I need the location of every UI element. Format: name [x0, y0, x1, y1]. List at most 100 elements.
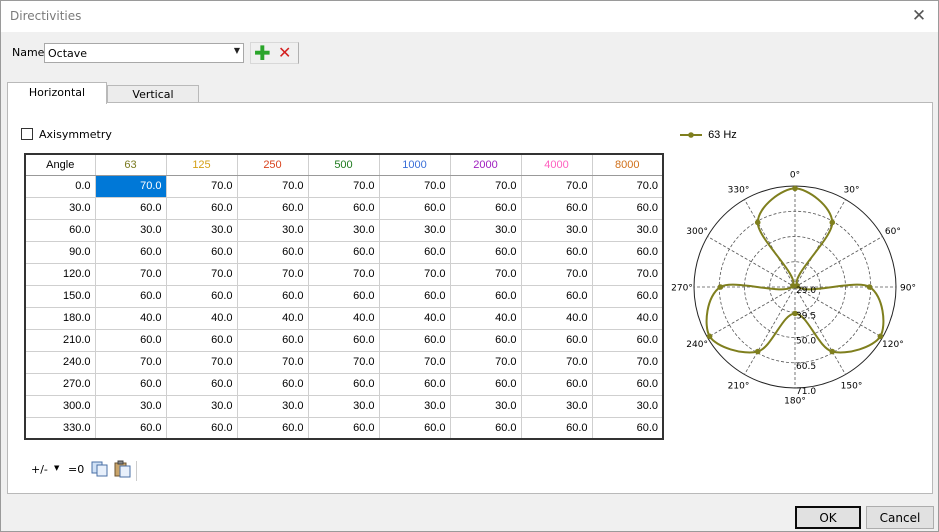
value-cell[interactable]: 70.0 [520, 350, 593, 374]
value-cell[interactable]: 70.0 [307, 174, 380, 198]
value-cell[interactable]: 30.0 [236, 394, 309, 418]
value-cell[interactable]: 60.0 [520, 416, 593, 440]
value-cell[interactable]: 60.0 [378, 372, 451, 396]
chevron-down-icon[interactable]: ▼ [234, 46, 240, 55]
value-cell[interactable]: 60.0 [378, 196, 451, 220]
value-cell[interactable]: 70.0 [94, 350, 167, 374]
value-cell[interactable]: 70.0 [449, 174, 522, 198]
value-cell[interactable]: 60.0 [94, 372, 167, 396]
value-cell[interactable]: 70.0 [449, 262, 522, 286]
value-cell[interactable]: 60.0 [520, 372, 593, 396]
value-cell[interactable]: 60.0 [449, 372, 522, 396]
value-cell[interactable]: 60.0 [165, 372, 238, 396]
value-cell[interactable]: 70.0 [520, 262, 593, 286]
value-cell[interactable]: 60.0 [236, 372, 309, 396]
value-cell[interactable]: 60.0 [94, 240, 167, 264]
value-cell[interactable]: 60.0 [591, 328, 664, 352]
value-cell[interactable]: 60.0 [236, 328, 309, 352]
value-cell[interactable]: 30.0 [307, 218, 380, 242]
value-cell[interactable]: 60.0 [520, 328, 593, 352]
value-cell[interactable]: 60.0 [165, 416, 238, 440]
value-cell[interactable]: 70.0 [307, 350, 380, 374]
value-cell[interactable]: 60.0 [165, 328, 238, 352]
delete-icon[interactable]: ✕ [278, 43, 291, 62]
value-cell[interactable]: 70.0 [94, 174, 167, 198]
paste-icon[interactable] [114, 460, 132, 478]
value-cell[interactable]: 60.0 [165, 240, 238, 264]
ok-button[interactable]: OK [795, 506, 861, 529]
value-cell[interactable]: 30.0 [591, 394, 664, 418]
value-cell[interactable]: 40.0 [449, 306, 522, 330]
value-cell[interactable]: 70.0 [236, 262, 309, 286]
value-cell[interactable]: 60.0 [591, 284, 664, 308]
value-cell[interactable]: 30.0 [520, 218, 593, 242]
value-cell[interactable]: 70.0 [165, 350, 238, 374]
value-cell[interactable]: 70.0 [378, 350, 451, 374]
value-cell[interactable]: 40.0 [94, 306, 167, 330]
value-cell[interactable]: 60.0 [236, 416, 309, 440]
value-cell[interactable]: 60.0 [591, 372, 664, 396]
value-cell[interactable]: 70.0 [236, 350, 309, 374]
value-cell[interactable]: 60.0 [236, 196, 309, 220]
value-cell[interactable]: 60.0 [378, 284, 451, 308]
value-cell[interactable]: 30.0 [165, 218, 238, 242]
value-cell[interactable]: 30.0 [236, 218, 309, 242]
value-cell[interactable]: 60.0 [591, 416, 664, 440]
value-cell[interactable]: 40.0 [307, 306, 380, 330]
tab-horizontal[interactable]: Horizontal [7, 82, 107, 104]
value-cell[interactable]: 40.0 [520, 306, 593, 330]
value-cell[interactable]: 70.0 [307, 262, 380, 286]
value-cell[interactable]: 60.0 [307, 416, 380, 440]
value-cell[interactable]: 60.0 [236, 284, 309, 308]
value-cell[interactable]: 60.0 [378, 416, 451, 440]
value-cell[interactable]: 60.0 [94, 328, 167, 352]
value-cell[interactable]: 60.0 [591, 196, 664, 220]
value-cell[interactable]: 70.0 [94, 262, 167, 286]
value-cell[interactable]: 40.0 [591, 306, 664, 330]
value-cell[interactable]: 60.0 [449, 416, 522, 440]
value-cell[interactable]: 30.0 [378, 394, 451, 418]
value-cell[interactable]: 30.0 [94, 218, 167, 242]
name-combobox[interactable]: Octave ▼ [44, 43, 244, 63]
value-cell[interactable]: 60.0 [307, 240, 380, 264]
value-cell[interactable]: 60.0 [307, 328, 380, 352]
value-cell[interactable]: 70.0 [520, 174, 593, 198]
set-zero-button[interactable]: =0 [68, 463, 84, 476]
value-cell[interactable]: 60.0 [307, 284, 380, 308]
value-cell[interactable]: 70.0 [165, 174, 238, 198]
value-cell[interactable]: 40.0 [378, 306, 451, 330]
value-cell[interactable]: 30.0 [449, 394, 522, 418]
value-cell[interactable]: 30.0 [94, 394, 167, 418]
plus-minus-button[interactable]: +/- [31, 463, 48, 476]
value-cell[interactable]: 30.0 [165, 394, 238, 418]
value-cell[interactable]: 70.0 [378, 262, 451, 286]
value-cell[interactable]: 60.0 [378, 328, 451, 352]
close-icon[interactable]: ✕ [908, 5, 930, 27]
value-cell[interactable]: 60.0 [94, 416, 167, 440]
value-cell[interactable]: 60.0 [236, 240, 309, 264]
value-cell[interactable]: 40.0 [236, 306, 309, 330]
value-cell[interactable]: 70.0 [378, 174, 451, 198]
value-cell[interactable]: 60.0 [307, 196, 380, 220]
value-cell[interactable]: 60.0 [449, 284, 522, 308]
copy-icon[interactable] [91, 461, 109, 477]
value-cell[interactable]: 70.0 [591, 262, 664, 286]
value-cell[interactable]: 60.0 [94, 196, 167, 220]
cancel-button[interactable]: Cancel [866, 506, 934, 529]
value-cell[interactable]: 60.0 [591, 240, 664, 264]
chevron-down-icon[interactable]: ▼ [54, 464, 59, 472]
value-cell[interactable]: 60.0 [520, 240, 593, 264]
value-cell[interactable]: 30.0 [449, 218, 522, 242]
value-cell[interactable]: 70.0 [591, 350, 664, 374]
value-cell[interactable]: 60.0 [520, 284, 593, 308]
axisymmetry-checkbox[interactable] [21, 128, 33, 140]
value-cell[interactable]: 60.0 [520, 196, 593, 220]
value-cell[interactable]: 30.0 [520, 394, 593, 418]
add-icon[interactable]: ✚ [254, 41, 271, 65]
value-cell[interactable]: 40.0 [165, 306, 238, 330]
value-cell[interactable]: 30.0 [378, 218, 451, 242]
value-cell[interactable]: 60.0 [449, 328, 522, 352]
value-cell[interactable]: 60.0 [94, 284, 167, 308]
value-cell[interactable]: 30.0 [591, 218, 664, 242]
value-cell[interactable]: 70.0 [165, 262, 238, 286]
